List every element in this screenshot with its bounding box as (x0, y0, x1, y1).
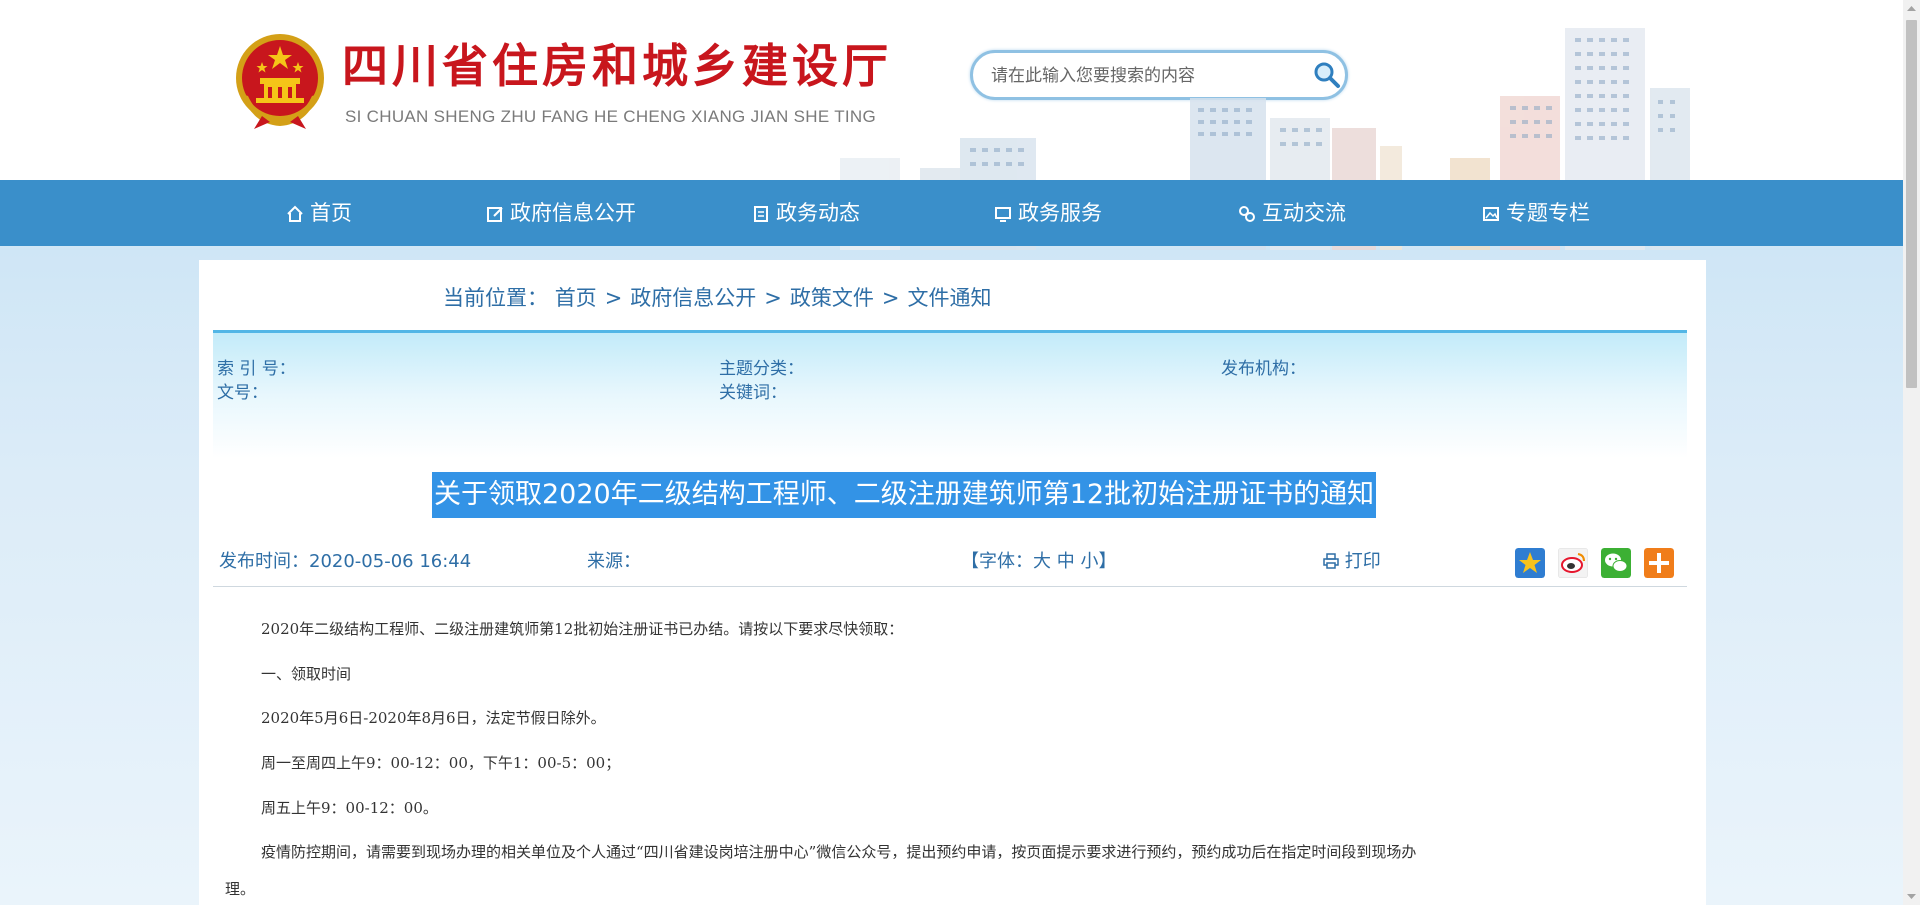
font-size-control: 【字体：大 中 小】 (961, 547, 1116, 573)
interact-icon (1239, 206, 1255, 222)
breadcrumb-home[interactable]: 首页 (555, 286, 597, 310)
font-size-large[interactable]: 大 (1033, 551, 1051, 572)
font-label-prefix: 【字体： (961, 551, 1033, 572)
print-label: 打印 (1344, 551, 1381, 572)
breadcrumb-policy-docs[interactable]: 政策文件 (790, 286, 874, 310)
breadcrumb-notices[interactable]: 文件通知 (908, 286, 992, 310)
nav-label: 首页 (310, 201, 352, 225)
nav-label: 政务动态 (776, 201, 860, 225)
publish-time: 发布时间：2020-05-06 16:44 (219, 551, 472, 572)
metadata-panel: 索 引 号： 主题分类： 发布机构： 文号： 关键词： (213, 330, 1687, 458)
font-size-medium[interactable]: 中 (1057, 551, 1075, 572)
nav-item-gov-service[interactable]: 政务服务 (994, 180, 1102, 246)
edit-icon (487, 207, 503, 222)
article-paragraph: 周一至周四上午9：00-12：00，下午1：00-5：00； (261, 754, 621, 772)
weibo-icon[interactable] (1558, 548, 1588, 578)
scroll-up-arrow-icon[interactable] (1903, 0, 1920, 17)
meta-topic: 主题分类： (719, 359, 804, 379)
nav-item-special-topics[interactable]: 专题专栏 (1482, 180, 1590, 246)
breadcrumb-separator: > (764, 286, 782, 310)
breadcrumb-separator: > (881, 286, 900, 310)
article-paragraph: 疫情防控期间，请需要到现场办理的相关单位及个人通过“四川省建设岗培注册中心”微信… (261, 843, 1417, 861)
article-paragraph: 一、领取时间 (261, 665, 352, 683)
main-nav: 首页 政府信息公开 政务动态 政务服务 互动交流 专题专栏 (0, 180, 1920, 246)
wechat-icon[interactable] (1601, 548, 1631, 578)
meta-keywords: 关键词： (719, 383, 787, 403)
font-label-suffix: 】 (1098, 551, 1117, 572)
content-card: 当前位置： 首页 > 政府信息公开 > 政策文件 > 文件通知 索 引 号： 主题分类： 发… (199, 260, 1706, 905)
breadcrumb-prefix: 当前位置： (443, 286, 548, 310)
article-paragraph: 理。 (225, 880, 256, 898)
favorite-icon[interactable] (1515, 548, 1545, 578)
content-divider (213, 586, 1687, 587)
site-header: 四川省住房和城乡建设厅 SI CHUAN SHENG ZHU FANG HE C… (0, 0, 1920, 250)
print-button[interactable]: 打印 (1323, 547, 1381, 573)
vertical-scrollbar[interactable] (1903, 0, 1920, 905)
scroll-down-arrow-icon[interactable] (1903, 888, 1920, 905)
breadcrumb: 当前位置： 首页 > 政府信息公开 > 政策文件 > 文件通知 (443, 282, 992, 312)
article-title: 关于领取2020年二级结构工程师、二级注册建筑师第12批初始注册证书的通知 (432, 472, 1377, 518)
printer-icon (1323, 553, 1339, 569)
article-source: 来源： (587, 551, 641, 572)
nav-item-gov-news[interactable]: 政务动态 (752, 180, 860, 246)
nav-item-interaction[interactable]: 互动交流 (1238, 180, 1346, 246)
more-share-icon[interactable] (1644, 548, 1674, 578)
nav-label: 政务服务 (1018, 201, 1102, 225)
meta-publisher: 发布机构： (1221, 359, 1306, 379)
home-icon (287, 205, 303, 222)
article-paragraph: 2020年5月6日-2020年8月6日，法定节假日除外。 (261, 709, 606, 727)
article-paragraph: 周五上午9：00-12：00。 (261, 799, 438, 817)
monitor-icon (995, 207, 1011, 222)
breadcrumb-gov-info[interactable]: 政府信息公开 (630, 286, 756, 310)
nav-item-home[interactable]: 首页 (286, 180, 352, 246)
nav-label: 政府信息公开 (510, 201, 636, 225)
image-icon (1483, 207, 1499, 221)
article-paragraph: 2020年二级结构工程师、二级注册建筑师第12批初始注册证书已办结。请按以下要求… (261, 620, 904, 638)
meta-doc-no: 文号： (217, 383, 268, 403)
national-emblem-icon[interactable] (232, 32, 328, 130)
font-size-small[interactable]: 小 (1080, 551, 1098, 572)
meta-index-no: 索 引 号： (217, 359, 296, 379)
nav-label: 互动交流 (1262, 201, 1346, 225)
scrollbar-thumb[interactable] (1906, 20, 1917, 388)
nav-item-gov-info[interactable]: 政府信息公开 (486, 180, 636, 246)
breadcrumb-separator: > (604, 286, 623, 310)
document-icon (754, 206, 768, 222)
nav-label: 专题专栏 (1506, 201, 1590, 225)
